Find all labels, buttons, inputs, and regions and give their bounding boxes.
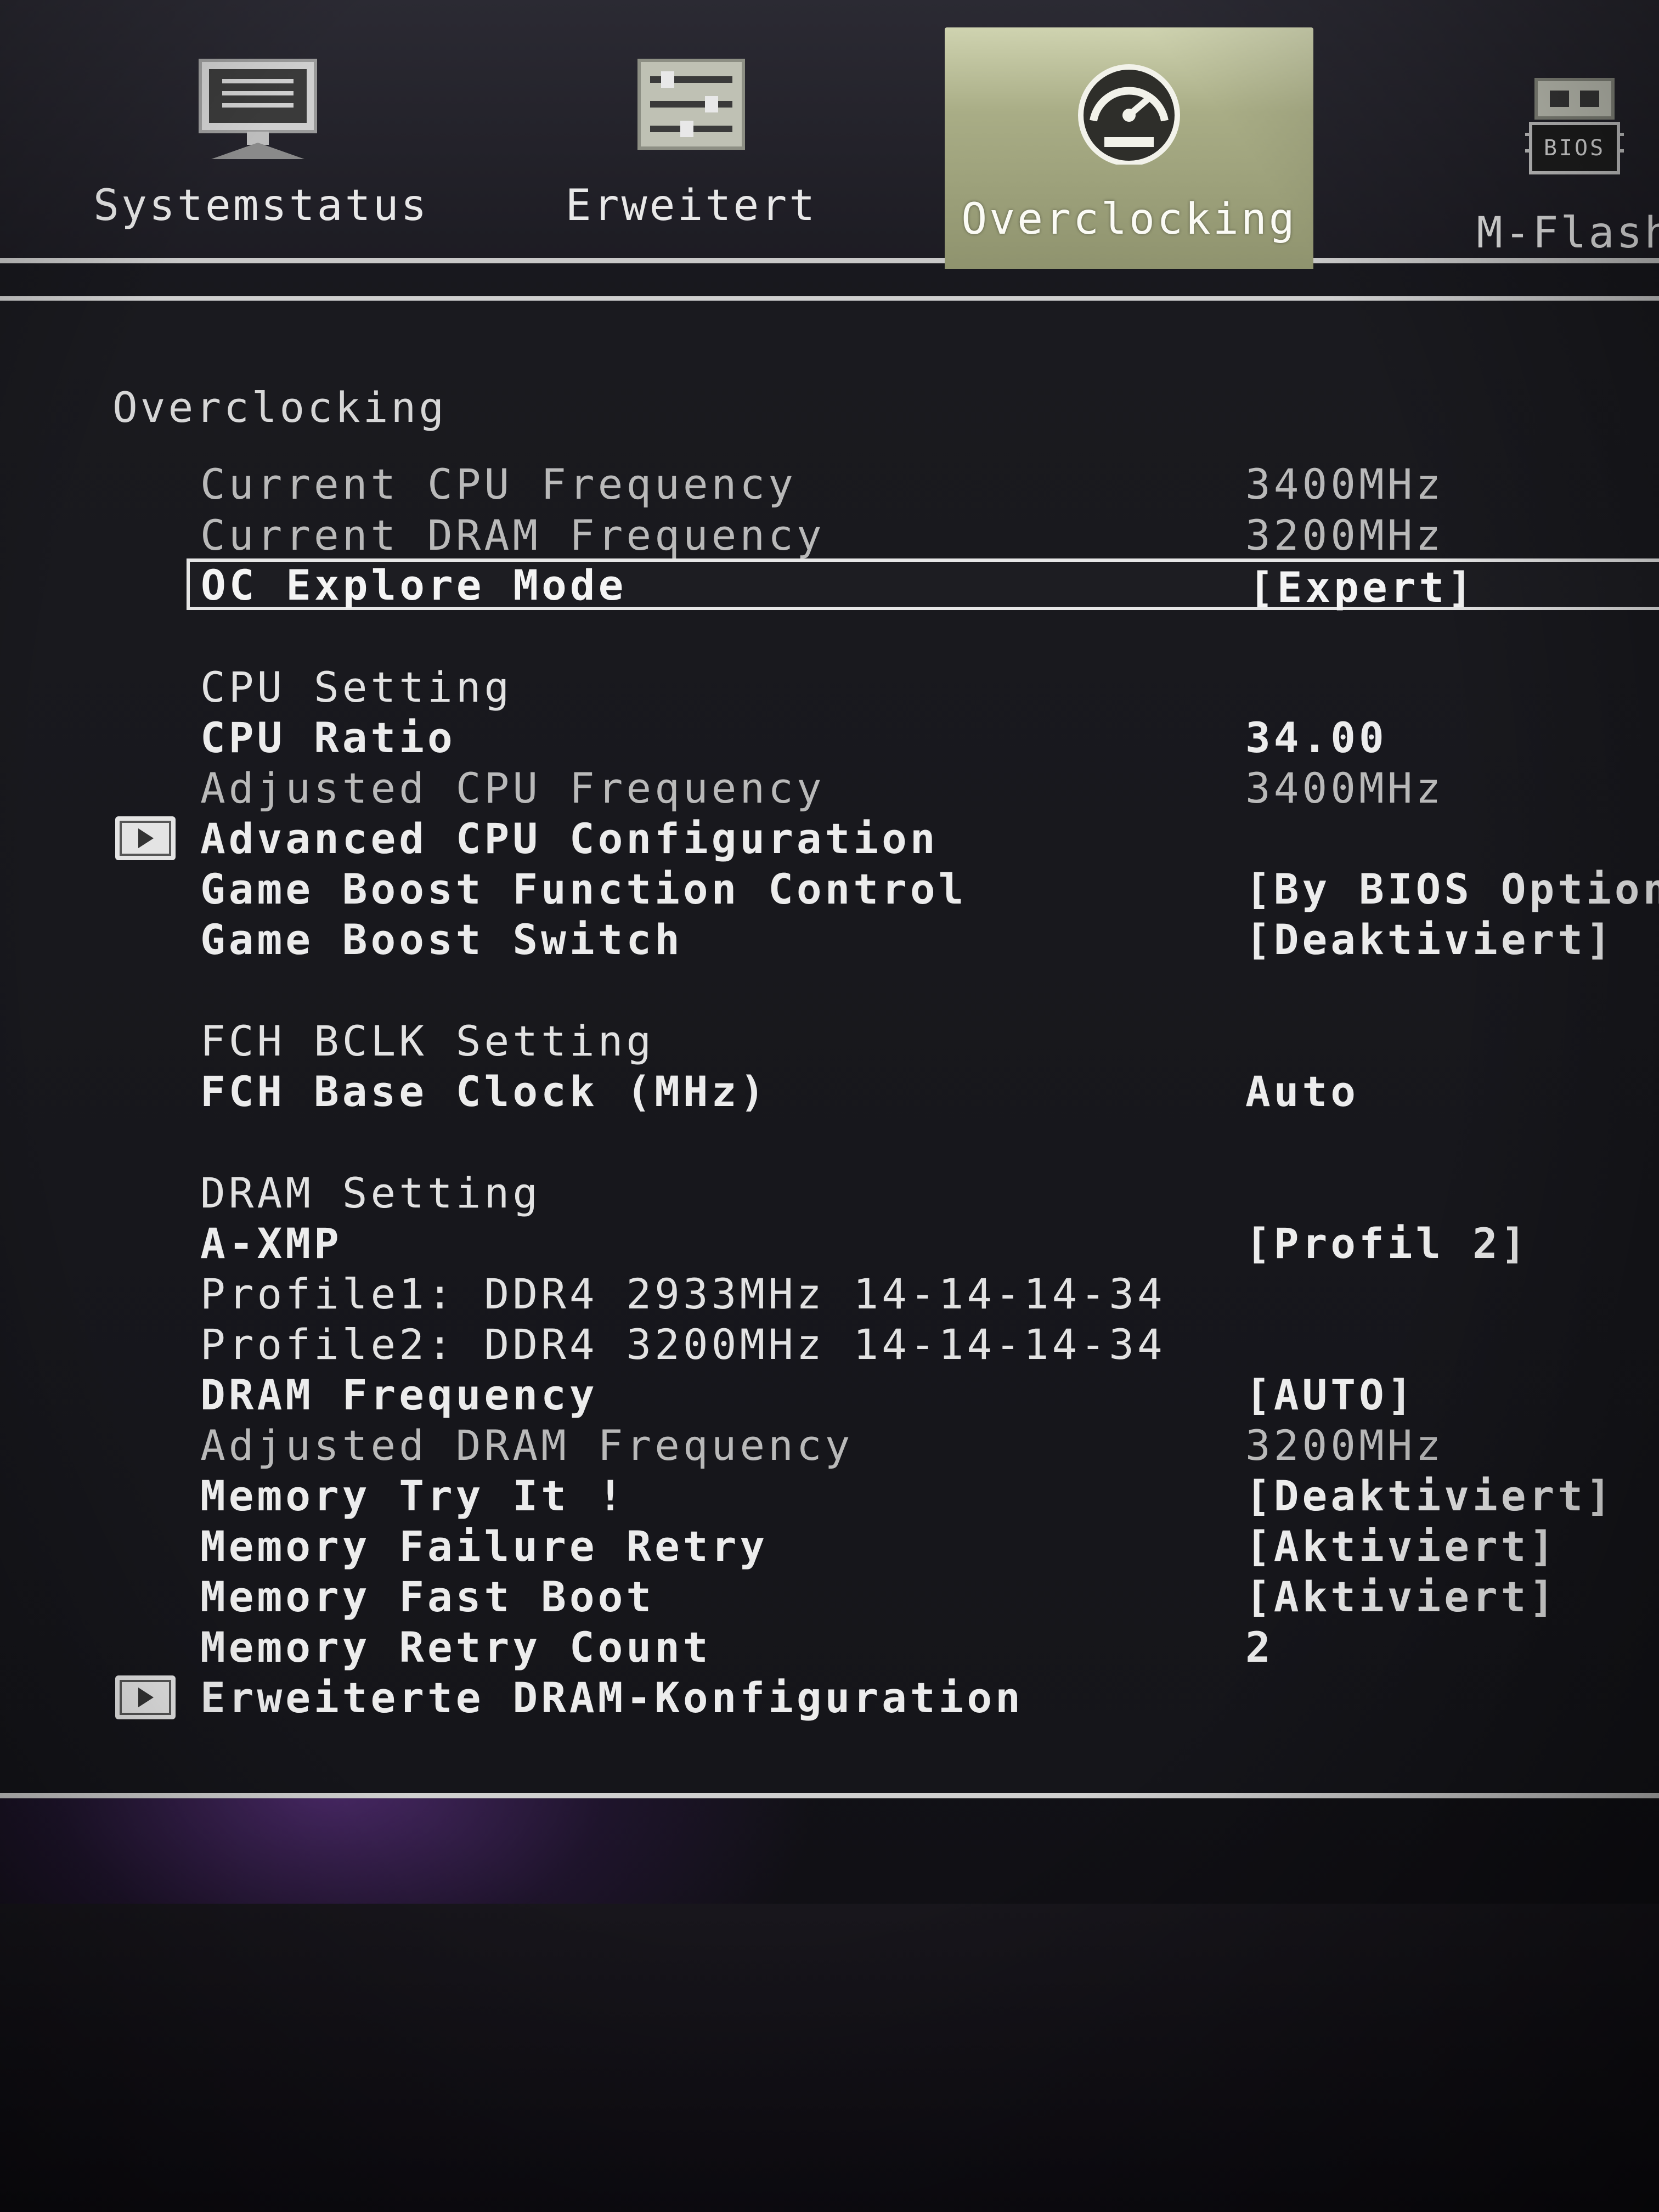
setting-label: Adjusted CPU Frequency bbox=[200, 764, 825, 812]
setting-value: 2 bbox=[1245, 1623, 1274, 1672]
setting-value: 3200MHz bbox=[1245, 511, 1444, 560]
profile1-row: Profile1: DDR4 2933MHz 14-14-14-34 bbox=[0, 1269, 1659, 1319]
speedometer-icon bbox=[1066, 55, 1192, 166]
current-cpu-frequency-row: Current CPU Frequency 3400MHz bbox=[0, 460, 1659, 509]
setting-label: Current CPU Frequency bbox=[200, 460, 797, 509]
setting-value: [Aktiviert] bbox=[1245, 1572, 1558, 1621]
top-navigation: Systemstatus Erweitert Overclocking BIOS… bbox=[0, 0, 1659, 269]
settings-panel: Overclocking Current CPU Frequency 3400M… bbox=[0, 296, 1659, 1798]
current-dram-frequency-row: Current DRAM Frequency 3200MHz bbox=[0, 511, 1659, 560]
setting-value: Auto bbox=[1245, 1067, 1359, 1116]
tab-label: Erweitert bbox=[565, 181, 817, 230]
setting-value: [By BIOS Options] bbox=[1245, 865, 1659, 913]
setting-value: [Profil 2] bbox=[1245, 1219, 1530, 1268]
setting-value: [Deaktiviert] bbox=[1245, 1471, 1615, 1520]
tab-overclocking[interactable]: Overclocking bbox=[945, 27, 1313, 269]
adjusted-cpu-frequency-row: Adjusted CPU Frequency 3400MHz bbox=[0, 764, 1659, 813]
memory-retry-count-row[interactable]: Memory Retry Count 2 bbox=[0, 1623, 1659, 1672]
game-boost-switch-row[interactable]: Game Boost Switch [Deaktiviert] bbox=[0, 915, 1659, 964]
section-title: Overclocking bbox=[112, 383, 447, 432]
setting-label: FCH Base Clock (MHz) bbox=[200, 1067, 769, 1116]
monitor-icon bbox=[195, 55, 321, 165]
setting-label: OC Explore Mode bbox=[201, 561, 627, 610]
setting-value: 3200MHz bbox=[1245, 1421, 1444, 1470]
setting-label: Advanced CPU Configuration bbox=[200, 814, 939, 863]
setting-label: Memory Fast Boot bbox=[200, 1572, 655, 1621]
dram-frequency-row[interactable]: DRAM Frequency [AUTO] bbox=[0, 1370, 1659, 1420]
setting-value: 3400MHz bbox=[1245, 764, 1444, 812]
fch-base-clock-row[interactable]: FCH Base Clock (MHz) Auto bbox=[0, 1067, 1659, 1116]
setting-label: Profile1: DDR4 2933MHz 14-14-14-34 bbox=[200, 1269, 1166, 1318]
setting-value: 34.00 bbox=[1245, 713, 1387, 762]
setting-label: Adjusted DRAM Frequency bbox=[200, 1421, 854, 1470]
setting-value: [Deaktiviert] bbox=[1245, 915, 1615, 964]
tab-systemstatus[interactable]: Systemstatus bbox=[93, 33, 429, 258]
setting-label: A-XMP bbox=[200, 1219, 342, 1268]
game-boost-function-control-row[interactable]: Game Boost Function Control [By BIOS Opt… bbox=[0, 865, 1659, 914]
setting-label: Game Boost Switch bbox=[200, 915, 683, 964]
submenu-arrow-icon bbox=[115, 1675, 176, 1719]
cpu-ratio-row[interactable]: CPU Ratio 34.00 bbox=[0, 713, 1659, 763]
memory-fast-boot-row[interactable]: Memory Fast Boot [Aktiviert] bbox=[0, 1572, 1659, 1622]
tab-erweitert[interactable]: Erweitert bbox=[549, 33, 834, 258]
group-label: DRAM Setting bbox=[200, 1169, 541, 1217]
dram-setting-header: DRAM Setting bbox=[0, 1169, 1659, 1218]
setting-label: Memory Failure Retry bbox=[200, 1522, 769, 1571]
setting-value: 3400MHz bbox=[1245, 460, 1444, 509]
setting-label: DRAM Frequency bbox=[200, 1370, 598, 1419]
adjusted-dram-frequency-row: Adjusted DRAM Frequency 3200MHz bbox=[0, 1421, 1659, 1470]
setting-label: CPU Ratio bbox=[200, 713, 456, 762]
profile2-row: Profile2: DDR4 3200MHz 14-14-14-34 bbox=[0, 1320, 1659, 1369]
cpu-setting-header: CPU Setting bbox=[0, 663, 1659, 712]
setting-label: Game Boost Function Control bbox=[200, 865, 967, 913]
tab-m-flash[interactable]: BIOS M-Flash bbox=[1459, 33, 1659, 258]
bios-chip-icon: BIOS bbox=[1511, 74, 1638, 184]
fch-bclk-setting-header: FCH BCLK Setting bbox=[0, 1017, 1659, 1066]
tab-label: M-Flash bbox=[1476, 208, 1659, 258]
setting-label: Erweiterte DRAM-Konfiguration bbox=[200, 1673, 1024, 1722]
tab-label: Overclocking bbox=[961, 195, 1297, 244]
setting-value: [AUTO] bbox=[1245, 1370, 1416, 1419]
setting-label: Profile2: DDR4 3200MHz 14-14-14-34 bbox=[200, 1320, 1166, 1369]
bios-screen: Systemstatus Erweitert Overclocking BIOS… bbox=[0, 0, 1659, 2212]
submenu-arrow-icon bbox=[115, 816, 176, 860]
monitor-bezel bbox=[0, 1904, 1659, 2212]
erweiterte-dram-konfiguration-row[interactable]: Erweiterte DRAM-Konfiguration bbox=[0, 1673, 1659, 1723]
setting-value: [Expert] bbox=[1249, 563, 1476, 612]
group-label: CPU Setting bbox=[200, 663, 513, 712]
memory-failure-retry-row[interactable]: Memory Failure Retry [Aktiviert] bbox=[0, 1522, 1659, 1571]
advanced-cpu-configuration-row[interactable]: Advanced CPU Configuration bbox=[0, 814, 1659, 864]
setting-value: [Aktiviert] bbox=[1245, 1522, 1558, 1571]
oc-explore-mode-row[interactable]: OC Explore Mode [Expert] bbox=[187, 558, 1659, 612]
setting-label: Current DRAM Frequency bbox=[200, 511, 825, 560]
memory-try-it-row[interactable]: Memory Try It ! [Deaktiviert] bbox=[0, 1471, 1659, 1521]
setting-label: Memory Try It ! bbox=[200, 1471, 627, 1520]
setting-label: Memory Retry Count bbox=[200, 1623, 712, 1672]
group-label: FCH BCLK Setting bbox=[200, 1017, 655, 1065]
sliders-icon bbox=[628, 55, 754, 165]
a-xmp-row[interactable]: A-XMP [Profil 2] bbox=[0, 1219, 1659, 1268]
chip-text: BIOS bbox=[1544, 136, 1605, 161]
tab-label: Systemstatus bbox=[93, 181, 429, 230]
